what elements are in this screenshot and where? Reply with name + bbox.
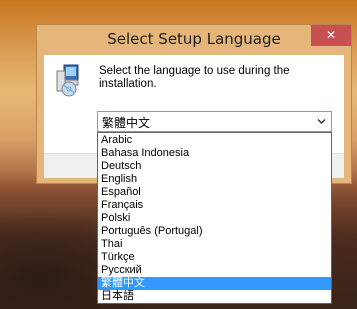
language-option[interactable]: Português (Portugal) xyxy=(98,225,331,238)
language-option[interactable]: Русский xyxy=(98,264,331,277)
language-option[interactable]: Arabic xyxy=(98,134,331,147)
window-title: Select Setup Language xyxy=(107,30,281,48)
language-option[interactable]: 繁體中文 xyxy=(98,277,331,290)
close-icon: ✕ xyxy=(325,28,337,42)
instruction-text: Select the language to use during the in… xyxy=(99,65,290,90)
language-option-list[interactable]: Arabic Bahasa Indonesia Deutsch English Espa… xyxy=(97,132,332,304)
language-option[interactable]: Deutsch xyxy=(98,160,331,173)
language-option[interactable]: English xyxy=(98,173,331,186)
language-option[interactable]: Bahasa Indonesia xyxy=(98,147,331,160)
language-option[interactable]: 日本語 xyxy=(98,290,331,303)
language-option[interactable]: Español xyxy=(98,186,331,199)
language-option[interactable]: Français xyxy=(98,199,331,212)
language-option[interactable]: Polski xyxy=(98,212,331,225)
setup-computer-cd-icon xyxy=(56,64,79,97)
language-dropdown[interactable]: 繁體中文 xyxy=(97,111,332,132)
title-bar[interactable]: Select Setup Language ✕ xyxy=(37,25,351,55)
chevron-down-icon xyxy=(317,119,326,124)
language-option[interactable]: Türkçe xyxy=(98,251,331,264)
close-button[interactable]: ✕ xyxy=(311,25,351,46)
language-option[interactable]: Thai xyxy=(98,238,331,251)
language-dropdown-value: 繁體中文 xyxy=(102,116,151,130)
